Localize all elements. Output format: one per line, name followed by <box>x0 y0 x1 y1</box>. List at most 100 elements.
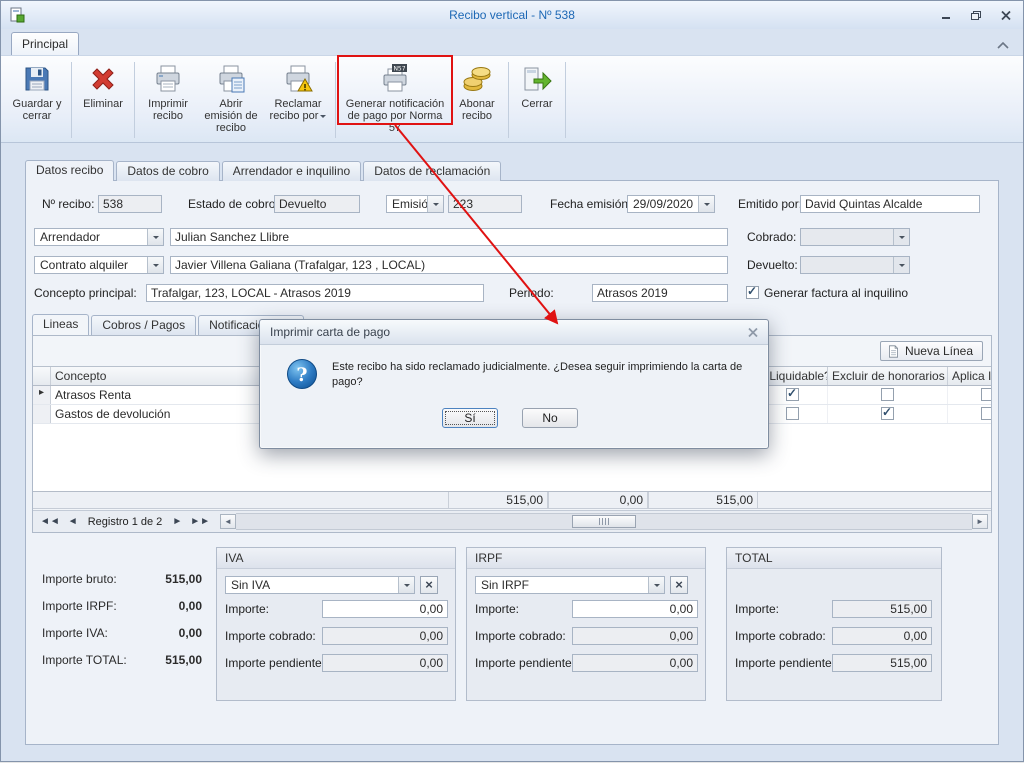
dropdown-arrow-icon[interactable] <box>147 257 163 273</box>
tab-datos-recibo[interactable]: Datos recibo <box>25 160 114 181</box>
arrendador-combo[interactable]: Arrendador <box>34 228 164 246</box>
iva-cobrado-field: 0,00 <box>322 627 448 645</box>
printer-document-icon <box>215 63 247 95</box>
iva-importe-field[interactable]: 0,00 <box>322 600 448 618</box>
excluir-checkbox[interactable] <box>881 407 894 420</box>
generar-factura-label: Generar factura al inquilino <box>764 284 908 302</box>
scrollbar-track[interactable] <box>236 513 972 530</box>
close-icon[interactable] <box>999 9 1013 21</box>
total-cobrado: 0,00 <box>548 492 648 508</box>
nav-last-icon[interactable]: ►► <box>186 514 214 530</box>
concepto-principal-label: Concepto principal: <box>34 284 137 302</box>
concepto-principal-field[interactable]: Trafalgar, 123, LOCAL - Atrasos 2019 <box>146 284 484 302</box>
cell-excluir[interactable] <box>828 386 948 404</box>
irpf-importe-label: Importe: <box>475 600 519 618</box>
emision-number-field[interactable]: 223 <box>448 195 522 213</box>
generate-norma57-notification-button[interactable]: N57 Generar notificación de pago por Nor… <box>341 59 449 133</box>
dialog-titlebar: Imprimir carta de pago <box>260 320 768 345</box>
total-importe-label: Importe: <box>735 600 779 618</box>
tab-datos-de-cobro[interactable]: Datos de cobro <box>116 161 219 181</box>
printer-warning-icon <box>282 63 314 95</box>
contrato-alquiler-combo[interactable]: Contrato alquiler <box>34 256 164 274</box>
toolbar-separator <box>565 62 566 138</box>
dropdown-arrow-icon <box>893 229 909 245</box>
fecha-emision-field[interactable]: 29/09/2020 <box>627 195 715 213</box>
cell-aplica-iva[interactable] <box>948 386 991 404</box>
clear-irpf-button[interactable]: × <box>670 576 688 594</box>
calendar-dropdown-icon[interactable] <box>698 196 714 212</box>
ribbon-toolbar: Guardar y cerrar Eliminar Imprimir recib… <box>1 55 1023 143</box>
emision-combo[interactable]: Emisión <box>386 195 444 213</box>
grid-header-excluir[interactable]: Excluir de honorarios <box>828 367 948 385</box>
dropdown-arrow-icon[interactable] <box>398 577 414 593</box>
ribbon-tab-principal[interactable]: Principal <box>11 32 79 56</box>
coins-icon <box>461 63 493 95</box>
titlebar: Recibo vertical - Nº 538 <box>1 1 1023 30</box>
dialog-close-icon[interactable] <box>745 325 760 339</box>
reclaim-receipt-button[interactable]: Reclamar recibo por <box>266 59 330 133</box>
irpf-importe-field[interactable]: 0,00 <box>572 600 698 618</box>
num-recibo-field[interactable]: 538 <box>98 195 162 213</box>
new-line-button[interactable]: Nueva Línea <box>880 341 983 361</box>
importe-total-value: 515,00 <box>122 653 202 667</box>
emitido-por-field[interactable]: David Quintas Alcalde <box>800 195 980 213</box>
window-title: Recibo vertical - Nº 538 <box>121 8 903 22</box>
cell-aplica-iva[interactable] <box>948 405 991 423</box>
liquidable-checkbox[interactable] <box>786 388 799 401</box>
tab-arrendador-e-inquilino[interactable]: Arrendador e inquilino <box>222 161 361 181</box>
window-controls <box>939 9 1013 21</box>
dropdown-arrow-icon[interactable] <box>147 229 163 245</box>
tab-cobros-pagos[interactable]: Cobros / Pagos <box>91 315 196 335</box>
credit-receipt-button[interactable]: Abonar recibo <box>451 59 503 133</box>
total-pendiente: 515,00 <box>648 492 758 508</box>
print-receipt-button[interactable]: Imprimir recibo <box>140 59 196 133</box>
scroll-left-icon[interactable]: ◄ <box>220 514 236 529</box>
restore-icon[interactable] <box>969 9 983 21</box>
open-receipt-emission-button[interactable]: Abrir emisión de recibo <box>198 59 264 133</box>
generar-factura-checkbox[interactable] <box>746 286 759 299</box>
scroll-right-icon[interactable]: ► <box>972 514 988 529</box>
nav-previous-icon[interactable]: ◄ <box>64 514 82 530</box>
dropdown-arrow-icon[interactable] <box>427 196 443 212</box>
nav-first-icon[interactable]: ◄◄ <box>36 514 64 530</box>
periodo-field[interactable]: Atrasos 2019 <box>592 284 728 302</box>
minimize-icon[interactable] <box>939 9 953 21</box>
scrollbar-thumb[interactable] <box>572 515 636 528</box>
aplica-iva-checkbox[interactable] <box>981 407 991 420</box>
toolbar-separator <box>134 62 135 138</box>
horizontal-scrollbar[interactable]: ◄ ► <box>220 514 988 530</box>
tab-datos-de-reclamacion[interactable]: Datos de reclamación <box>363 161 501 181</box>
iva-combo[interactable]: Sin IVA <box>225 576 415 594</box>
dropdown-arrow-icon[interactable] <box>648 577 664 593</box>
total-pendiente-label: Importe pendiente: <box>735 654 835 672</box>
irpf-combo[interactable]: Sin IRPF <box>475 576 665 594</box>
aplica-iva-checkbox[interactable] <box>981 388 991 401</box>
record-position: Registro 1 de 2 <box>82 516 169 528</box>
collapse-ribbon-icon[interactable] <box>997 38 1011 47</box>
contrato-field[interactable]: Javier Villena Galiana (Trafalgar, 123 ,… <box>170 256 728 274</box>
clear-icon: × <box>425 577 433 592</box>
irpf-cobrado-label: Importe cobrado: <box>475 627 566 645</box>
grid-header-aplica-iva[interactable]: Aplica IVA <box>948 367 991 385</box>
dropdown-arrow-icon <box>893 257 909 273</box>
tab-lineas[interactable]: Lineas <box>32 314 89 335</box>
button-label: Abonar recibo <box>453 98 501 122</box>
button-label: Generar notificación de pago por Norma 5… <box>343 98 447 134</box>
imprimir-carta-dialog: Imprimir carta de pago ? Este recibo ha … <box>259 319 769 449</box>
delete-button[interactable]: Eliminar <box>77 59 129 133</box>
record-indicator <box>33 405 51 423</box>
liquidable-checkbox[interactable] <box>786 407 799 420</box>
clear-iva-button[interactable]: × <box>420 576 438 594</box>
cell-excluir[interactable] <box>828 405 948 423</box>
close-form-button[interactable]: Cerrar <box>514 59 560 133</box>
nav-next-icon[interactable]: ► <box>168 514 186 530</box>
estado-cobro-field[interactable]: Devuelto <box>274 195 360 213</box>
save-and-close-button[interactable]: Guardar y cerrar <box>8 59 66 133</box>
record-tabstrip: Datos recibo Datos de cobro Arrendador e… <box>25 161 503 181</box>
excluir-checkbox[interactable] <box>881 388 894 401</box>
arrendador-field[interactable]: Julian Sanchez Llibre <box>170 228 728 246</box>
importe-iva-label: Importe IVA: <box>42 626 108 640</box>
dialog-message: Este recibo ha sido reclamado judicialme… <box>332 360 752 390</box>
no-button[interactable]: No <box>522 408 578 428</box>
yes-button[interactable]: Sí <box>442 408 498 428</box>
